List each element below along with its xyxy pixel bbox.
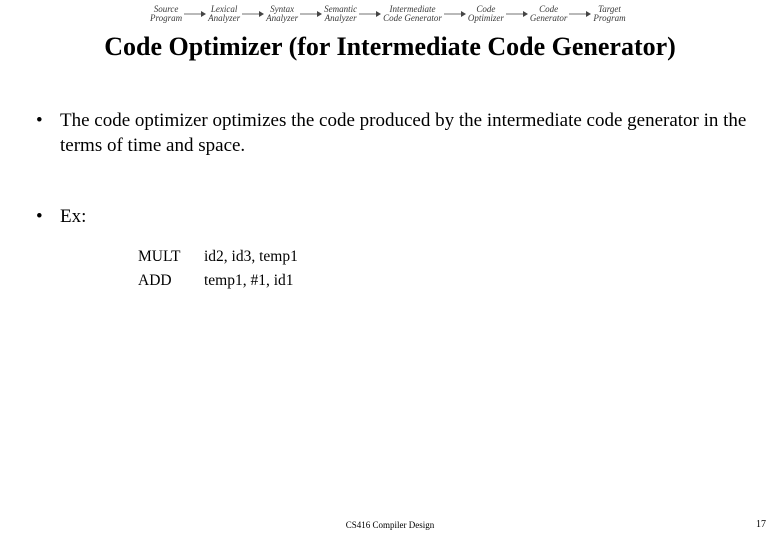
pipeline-label: IntermediateCode Generator bbox=[383, 4, 442, 23]
bullet-text: The code optimizer optimizes the code pr… bbox=[60, 110, 746, 156]
pipeline-node: LexicalAnalyzer bbox=[208, 5, 240, 24]
arrow-right-icon bbox=[300, 11, 322, 17]
bullet-list: The code optimizer optimizes the code pr… bbox=[32, 108, 748, 293]
bullet-item: Ex: MULT id2, id3, temp1 ADD temp1, #1, … bbox=[32, 204, 748, 293]
slide: SourceProgram LexicalAnalyzer SyntaxAnal… bbox=[0, 0, 780, 540]
pipeline-node: CodeOptimizer bbox=[468, 5, 504, 24]
code-args: temp1, #1, id1 bbox=[204, 269, 294, 293]
arrow-right-icon bbox=[506, 11, 528, 17]
slide-body: The code optimizer optimizes the code pr… bbox=[32, 108, 748, 339]
page-number: 17 bbox=[756, 519, 766, 530]
code-args: id2, id3, temp1 bbox=[204, 245, 298, 269]
code-op: ADD bbox=[138, 269, 204, 293]
bullet-text: Ex: bbox=[60, 206, 86, 227]
pipeline-node: SourceProgram bbox=[150, 5, 182, 24]
arrow-right-icon bbox=[359, 11, 381, 17]
arrow-right-icon bbox=[569, 11, 591, 17]
pipeline-label: SyntaxAnalyzer bbox=[266, 4, 298, 23]
pipeline-node: TargetProgram bbox=[593, 5, 625, 24]
bullet-item: The code optimizer optimizes the code pr… bbox=[32, 108, 748, 158]
pipeline-label: SourceProgram bbox=[150, 4, 182, 23]
pipeline-label: CodeGenerator bbox=[530, 4, 568, 23]
pipeline-label: CodeOptimizer bbox=[468, 4, 504, 23]
code-block: MULT id2, id3, temp1 ADD temp1, #1, id1 bbox=[138, 245, 748, 293]
pipeline-label: SemanticAnalyzer bbox=[324, 4, 357, 23]
code-row: ADD temp1, #1, id1 bbox=[138, 269, 748, 293]
pipeline-node: CodeGenerator bbox=[530, 5, 568, 24]
code-op: MULT bbox=[138, 245, 204, 269]
compiler-pipeline: SourceProgram LexicalAnalyzer SyntaxAnal… bbox=[150, 5, 630, 24]
arrow-right-icon bbox=[242, 11, 264, 17]
pipeline-node: IntermediateCode Generator bbox=[383, 5, 442, 24]
pipeline-label: TargetProgram bbox=[593, 4, 625, 23]
arrow-right-icon bbox=[444, 11, 466, 17]
pipeline-node: SemanticAnalyzer bbox=[324, 5, 357, 24]
pipeline-label: LexicalAnalyzer bbox=[208, 4, 240, 23]
pipeline-node: SyntaxAnalyzer bbox=[266, 5, 298, 24]
slide-title: Code Optimizer (for Intermediate Code Ge… bbox=[0, 32, 780, 62]
code-row: MULT id2, id3, temp1 bbox=[138, 245, 748, 269]
arrow-right-icon bbox=[184, 11, 206, 17]
footer-course: CS416 Compiler Design bbox=[0, 520, 780, 530]
